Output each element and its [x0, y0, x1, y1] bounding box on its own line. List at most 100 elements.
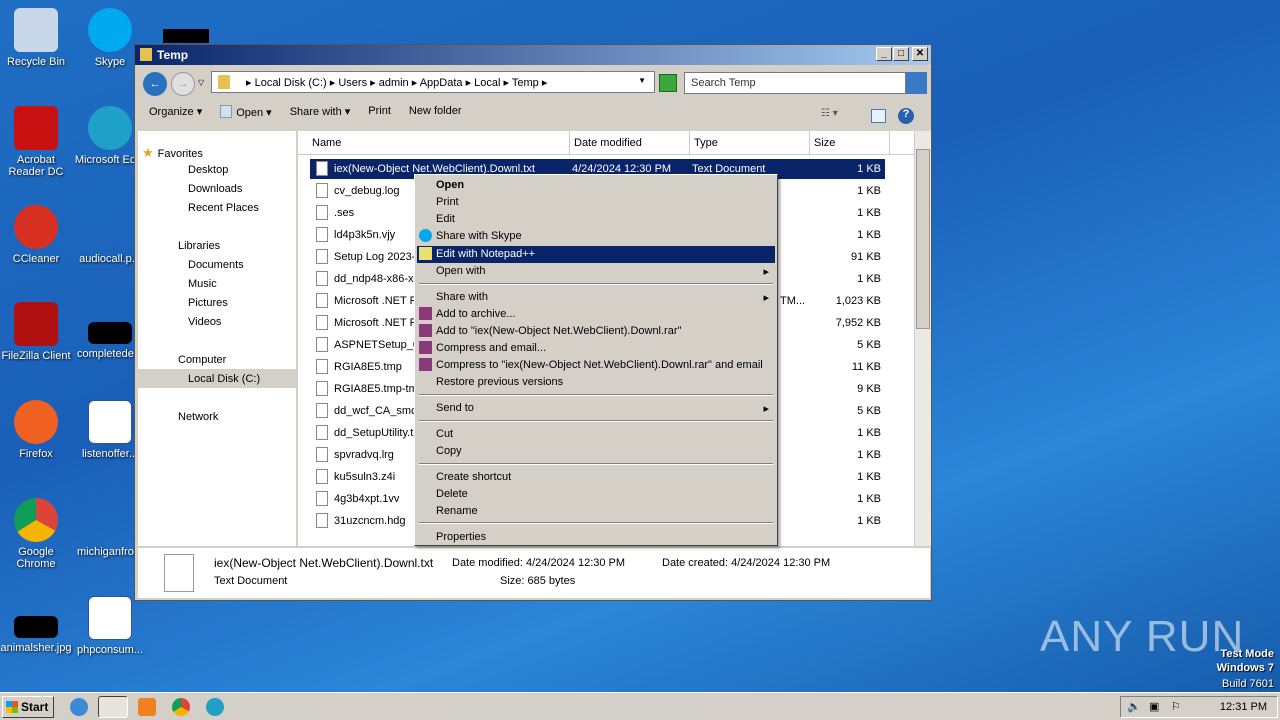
refresh-button[interactable]	[659, 74, 677, 92]
word-doc-icon	[88, 400, 132, 444]
chrome-taskbar-icon[interactable]	[172, 698, 190, 716]
help-icon[interactable]: ?	[898, 108, 914, 124]
details-date-modified: Date modified: 4/24/2024 12:30 PM	[452, 557, 626, 569]
menu-properties[interactable]: Properties	[417, 529, 775, 546]
menu-compress-to-rar-and-email[interactable]: Compress to "iex(New-Object Net.WebClien…	[417, 357, 775, 374]
details-date-created: Date created: 4/24/2024 12:30 PM	[662, 557, 831, 569]
menu-cut[interactable]: Cut	[417, 426, 775, 443]
edge-taskbar-icon[interactable]	[206, 698, 224, 716]
menu-edit[interactable]: Edit	[417, 211, 775, 228]
back-button[interactable]: ←	[143, 72, 167, 96]
file-size: 7,952 KB	[835, 317, 881, 329]
menu-add-to-rar[interactable]: Add to "iex(New-Object Net.WebClient).Do…	[417, 323, 775, 340]
desktop-icon-animalsher[interactable]: animalsher.jpg	[0, 596, 74, 654]
file-size: 1 KB	[857, 471, 881, 483]
forward-button[interactable]: →	[171, 72, 195, 96]
file-icon	[316, 491, 328, 506]
file-icon	[316, 447, 328, 462]
vertical-scrollbar[interactable]	[914, 131, 931, 546]
desktop-icon-recycle-bin[interactable]: Recycle Bin	[0, 8, 74, 68]
minimize-button[interactable]: _	[876, 47, 892, 61]
nav-computer[interactable]: Computer	[178, 354, 226, 366]
crumb-users[interactable]: Users	[338, 77, 367, 89]
crumb-temp[interactable]: Temp	[512, 77, 539, 89]
close-button[interactable]: ✕	[912, 47, 928, 61]
explorer-taskbar-button[interactable]	[98, 696, 128, 718]
context-menu: Open Print Edit Share with Skype Edit wi…	[414, 174, 778, 546]
action-center-flag-icon[interactable]: ⚐	[1171, 700, 1181, 713]
preview-pane-icon[interactable]	[871, 109, 886, 123]
start-button[interactable]: Start	[2, 696, 54, 718]
organize-button[interactable]: Organize ▾	[149, 105, 202, 119]
details-size: Size: 685 bytes	[500, 575, 576, 587]
search-input[interactable]: Search Temp	[684, 72, 906, 94]
crumb-appdata[interactable]: AppData	[420, 77, 463, 89]
nav-local-disk[interactable]: Local Disk (C:)	[188, 373, 260, 385]
menu-delete[interactable]: Delete	[417, 486, 775, 503]
menu-compress-and-email[interactable]: Compress and email...	[417, 340, 775, 357]
file-icon	[88, 205, 132, 249]
nav-pictures[interactable]: Pictures	[188, 297, 228, 309]
nav-documents[interactable]: Documents	[188, 259, 244, 271]
column-date-modified[interactable]: Date modified	[570, 131, 690, 154]
file-size: 11 KB	[851, 361, 881, 373]
nav-desktop[interactable]: Desktop	[188, 164, 228, 176]
maximize-button[interactable]: □	[893, 47, 909, 61]
desktop-icon-chrome[interactable]: Google Chrome	[0, 498, 74, 570]
menu-copy[interactable]: Copy	[417, 443, 775, 460]
open-button[interactable]: Open ▾	[220, 105, 272, 119]
details-pane: iex(New-Object Net.WebClient).Downl.txt …	[138, 548, 930, 598]
recent-pages-dropdown[interactable]: ▽	[198, 78, 204, 87]
scroll-thumb[interactable]	[916, 149, 930, 329]
menu-open[interactable]: Open	[417, 177, 775, 194]
menu-send-to[interactable]: Send to ▸	[417, 400, 775, 417]
nav-recent-places[interactable]: Recent Places	[188, 202, 259, 214]
file-icon	[316, 315, 328, 330]
menu-share-with[interactable]: Share with ▸	[417, 289, 775, 306]
desktop-icon-filezilla[interactable]: FileZilla Client	[0, 302, 74, 362]
file-icon	[316, 183, 328, 198]
crumb-admin[interactable]: admin	[379, 77, 409, 89]
nav-libraries[interactable]: Libraries	[178, 240, 220, 252]
nav-videos[interactable]: Videos	[188, 316, 221, 328]
search-icon[interactable]	[906, 72, 927, 94]
ie-taskbar-icon[interactable]	[70, 698, 88, 716]
clock[interactable]: 12:31 PM	[1220, 701, 1267, 713]
menu-print[interactable]: Print	[417, 194, 775, 211]
column-size[interactable]: Size	[810, 131, 890, 154]
title-bar[interactable]: Temp _ □ ✕	[135, 45, 931, 65]
address-bar[interactable]: ▸ Local Disk (C:) ▸ Users ▸ admin ▸ AppD…	[211, 71, 655, 93]
address-dropdown[interactable]: ▼	[638, 76, 646, 85]
menu-create-shortcut[interactable]: Create shortcut	[417, 469, 775, 486]
nav-music[interactable]: Music	[188, 278, 217, 290]
word-doc-icon	[88, 596, 132, 640]
volume-icon[interactable]: 🔈	[1127, 700, 1141, 713]
new-folder-button[interactable]: New folder	[409, 105, 462, 119]
menu-restore-previous-versions[interactable]: Restore previous versions	[417, 374, 775, 391]
network-icon[interactable]: ▣	[1149, 700, 1159, 713]
desktop-icon-phpconsum[interactable]: phpconsum...	[72, 596, 148, 656]
desktop-icon-ccleaner[interactable]: CCleaner	[0, 205, 74, 265]
nav-downloads[interactable]: Downloads	[188, 183, 242, 195]
column-type[interactable]: Type	[690, 131, 810, 154]
file-size: 5 KB	[857, 339, 881, 351]
column-name[interactable]: Name	[298, 131, 570, 154]
view-options-icon[interactable]: ☷ ▾	[821, 108, 838, 119]
menu-share-with-skype[interactable]: Share with Skype	[417, 228, 775, 245]
nav-network[interactable]: Network	[178, 411, 218, 423]
print-button[interactable]: Print	[368, 105, 391, 119]
menu-rename[interactable]: Rename	[417, 503, 775, 520]
nav-favorites[interactable]: ★ Favorites	[142, 145, 203, 161]
file-icon	[316, 205, 328, 220]
firefox-icon	[14, 400, 58, 444]
desktop-icon-firefox[interactable]: Firefox	[0, 400, 74, 460]
menu-open-with[interactable]: Open with ▸	[417, 263, 775, 280]
crumb-local-disk[interactable]: Local Disk (C:)	[255, 77, 327, 89]
media-player-taskbar-icon[interactable]	[138, 698, 156, 716]
share-with-button[interactable]: Share with ▾	[290, 105, 351, 119]
filezilla-icon	[14, 302, 58, 346]
menu-edit-with-notepad-plus-plus[interactable]: Edit with Notepad++	[417, 246, 775, 263]
crumb-local[interactable]: Local	[474, 77, 500, 89]
desktop-icon-acrobat[interactable]: Acrobat Reader DC	[0, 106, 74, 178]
menu-add-to-archive[interactable]: Add to archive...	[417, 306, 775, 323]
